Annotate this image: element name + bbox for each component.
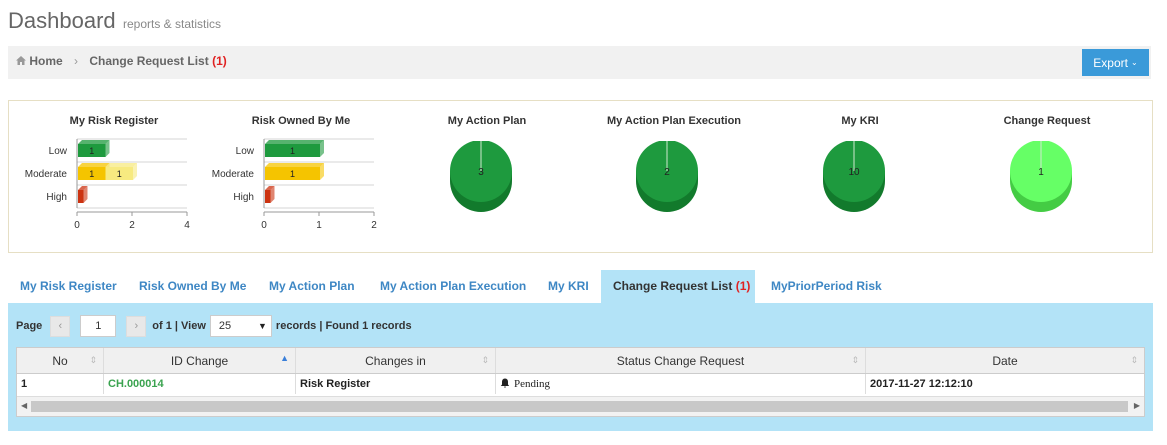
tab-content-change-request-list: Page ‹ 1 › of 1 | View 25 ▼ records | Fo… [8, 303, 1153, 431]
bar-top [265, 163, 324, 167]
category-label: Moderate [25, 169, 68, 180]
bar-value-label: 1 [117, 169, 122, 179]
horizontal-scrollbar[interactable]: ◀ ▶ [17, 396, 1144, 416]
sort-icon: ⇕ [1130, 355, 1138, 365]
category-label: High [46, 192, 67, 203]
pager-page-label: Page [16, 320, 43, 332]
bell-icon [500, 378, 510, 391]
dropdown-arrow-icon: ▼ [258, 321, 267, 331]
chevron-down-icon: ⌄ [1130, 58, 1138, 67]
chart-title-my-action-plan: My Action Plan [447, 115, 527, 127]
cell-id-change-link[interactable]: CH.000014 [104, 374, 296, 394]
column-header-id-change[interactable]: ID Change ▲ [104, 348, 296, 373]
page-title-main: Dashboard [8, 8, 116, 33]
grid-header-row: No ⇕ ID Change ▲ Changes in ⇕ Status Change… [17, 348, 1144, 374]
scroll-left-icon[interactable]: ◀ [21, 401, 27, 410]
tab-my-risk-register[interactable]: My Risk Register [8, 270, 129, 303]
breadcrumb-bar: Home › Change Request List (1) Export ⌄ [8, 46, 1151, 79]
tab-my-action-plan[interactable]: My Action Plan [257, 270, 367, 303]
cell-no: 1 [17, 374, 104, 394]
pie-value-label: 2 [664, 167, 670, 178]
sort-icon: ⇕ [89, 355, 97, 365]
scroll-right-icon[interactable]: ▶ [1134, 401, 1140, 410]
export-label: Export [1093, 55, 1128, 70]
pager: Page ‹ 1 › of 1 | View 25 ▼ records | Fo… [16, 315, 412, 337]
bar-value-label: 1 [290, 169, 295, 179]
sort-icon: ⇕ [481, 355, 489, 365]
chart-my-action-plan[interactable]: 3 [449, 141, 525, 221]
breadcrumb-count: (1) [212, 54, 227, 68]
category-label: Low [236, 146, 255, 157]
column-header-no[interactable]: No ⇕ [17, 348, 104, 373]
table-row[interactable]: 1 CH.000014 Risk Register Pending 2017-1… [17, 374, 1144, 394]
page-title: Dashboard reports & statistics [8, 8, 221, 34]
bar-top [78, 140, 110, 144]
bar-value-label: 1 [89, 169, 94, 179]
tick-label: 4 [184, 220, 190, 231]
tick-label: 0 [261, 220, 267, 231]
chart-title-risk-owned-by-me: Risk Owned By Me [251, 115, 351, 127]
cell-changes-in: Risk Register [296, 374, 496, 394]
change-request-grid: No ⇕ ID Change ▲ Changes in ⇕ Status Change… [16, 347, 1145, 417]
chart-title-my-risk-register: My Risk Register [69, 115, 159, 127]
export-button[interactable]: Export ⌄ [1082, 49, 1149, 76]
tab-my-prior-period-risk[interactable]: MyPriorPeriod Risk [759, 270, 894, 303]
pie-value-label: 3 [478, 167, 484, 178]
breadcrumb: Home › Change Request List (1) [16, 54, 227, 68]
tick-label: 0 [74, 220, 80, 231]
pager-of-text: of 1 | View [152, 320, 206, 332]
scrollbar-thumb[interactable] [31, 401, 1128, 412]
breadcrumb-current: Change Request List [89, 54, 209, 68]
cell-status: Pending [496, 374, 866, 394]
column-header-changes-in[interactable]: Changes in ⇕ [296, 348, 496, 373]
page-number-input[interactable]: 1 [80, 315, 117, 337]
pager-records-text: records | Found 1 records [275, 320, 412, 332]
home-icon [16, 54, 26, 68]
category-label: High [233, 192, 254, 203]
view-count-select[interactable]: 25 ▼ [209, 315, 272, 337]
tab-risk-owned-by-me[interactable]: Risk Owned By Me [127, 270, 258, 303]
tick-label: 2 [371, 220, 377, 231]
bar-top [265, 140, 324, 144]
bar [265, 190, 271, 203]
tick-label: 1 [316, 220, 322, 231]
bar [78, 190, 84, 203]
pager-next-button[interactable]: › [126, 315, 147, 337]
sort-icon: ⇕ [851, 355, 859, 365]
chart-my-risk-register[interactable]: Low Moderate High 0 2 4 1 1 1 [9, 131, 199, 241]
dashboard-tabs: My Risk Register Risk Owned By Me My Act… [8, 270, 1153, 303]
bar-top [78, 163, 110, 167]
bar-value-label: 1 [290, 146, 295, 156]
page-subtitle: reports & statistics [122, 17, 222, 31]
tick-label: 2 [129, 220, 135, 231]
tab-my-kri[interactable]: My KRI [536, 270, 601, 303]
chevron-right-icon: › [74, 54, 79, 68]
pie-value-label: 1 [1038, 167, 1044, 178]
pie-value-label: 10 [848, 167, 860, 178]
pager-prev-button[interactable]: ‹ [50, 315, 71, 337]
chart-my-action-plan-execution[interactable]: 2 [635, 141, 711, 221]
sort-asc-icon: ▲ [280, 353, 289, 363]
dashboard-charts-panel: My Risk Register Risk Owned By Me My Act… [8, 100, 1153, 253]
chart-risk-owned-by-me[interactable]: Low Moderate High 0 1 2 1 1 [196, 131, 386, 241]
breadcrumb-home-link[interactable]: Home [29, 54, 62, 68]
bar-value-label: 1 [89, 146, 94, 156]
tab-change-request-list[interactable]: Change Request List (1) [601, 270, 755, 303]
category-label: Low [49, 146, 68, 157]
bar-top [105, 163, 137, 167]
tab-my-action-plan-execution[interactable]: My Action Plan Execution [368, 270, 538, 303]
chart-title-my-action-plan-execution: My Action Plan Execution [606, 115, 742, 127]
chart-my-kri[interactable]: 10 [822, 141, 898, 221]
cell-date: 2017-11-27 12:12:10 [870, 378, 973, 390]
chart-change-request[interactable]: 1 [1009, 141, 1085, 221]
chart-title-my-kri: My KRI [841, 115, 879, 127]
chart-title-change-request: Change Request [1003, 115, 1091, 127]
column-header-date[interactable]: Date ⇕ [866, 348, 1144, 373]
category-label: Moderate [212, 169, 255, 180]
column-header-status[interactable]: Status Change Request ⇕ [496, 348, 866, 373]
